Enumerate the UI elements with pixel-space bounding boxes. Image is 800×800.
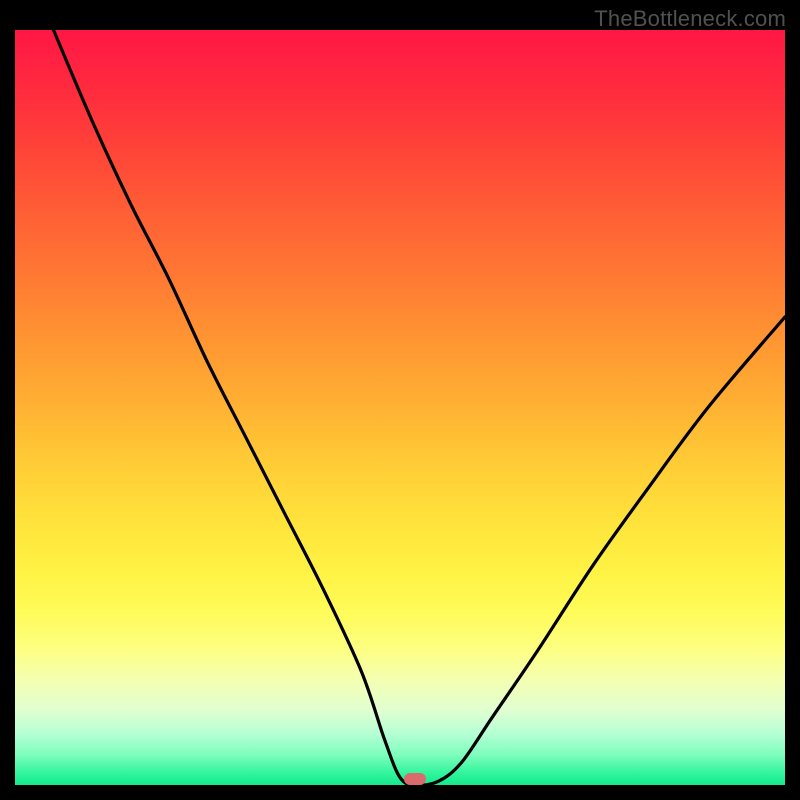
- watermark-text: TheBottleneck.com: [594, 6, 786, 32]
- optimal-point-marker: [404, 773, 426, 785]
- chart-frame: TheBottleneck.com: [0, 0, 800, 800]
- plot-area: [15, 30, 785, 785]
- bottleneck-curve: [15, 30, 785, 785]
